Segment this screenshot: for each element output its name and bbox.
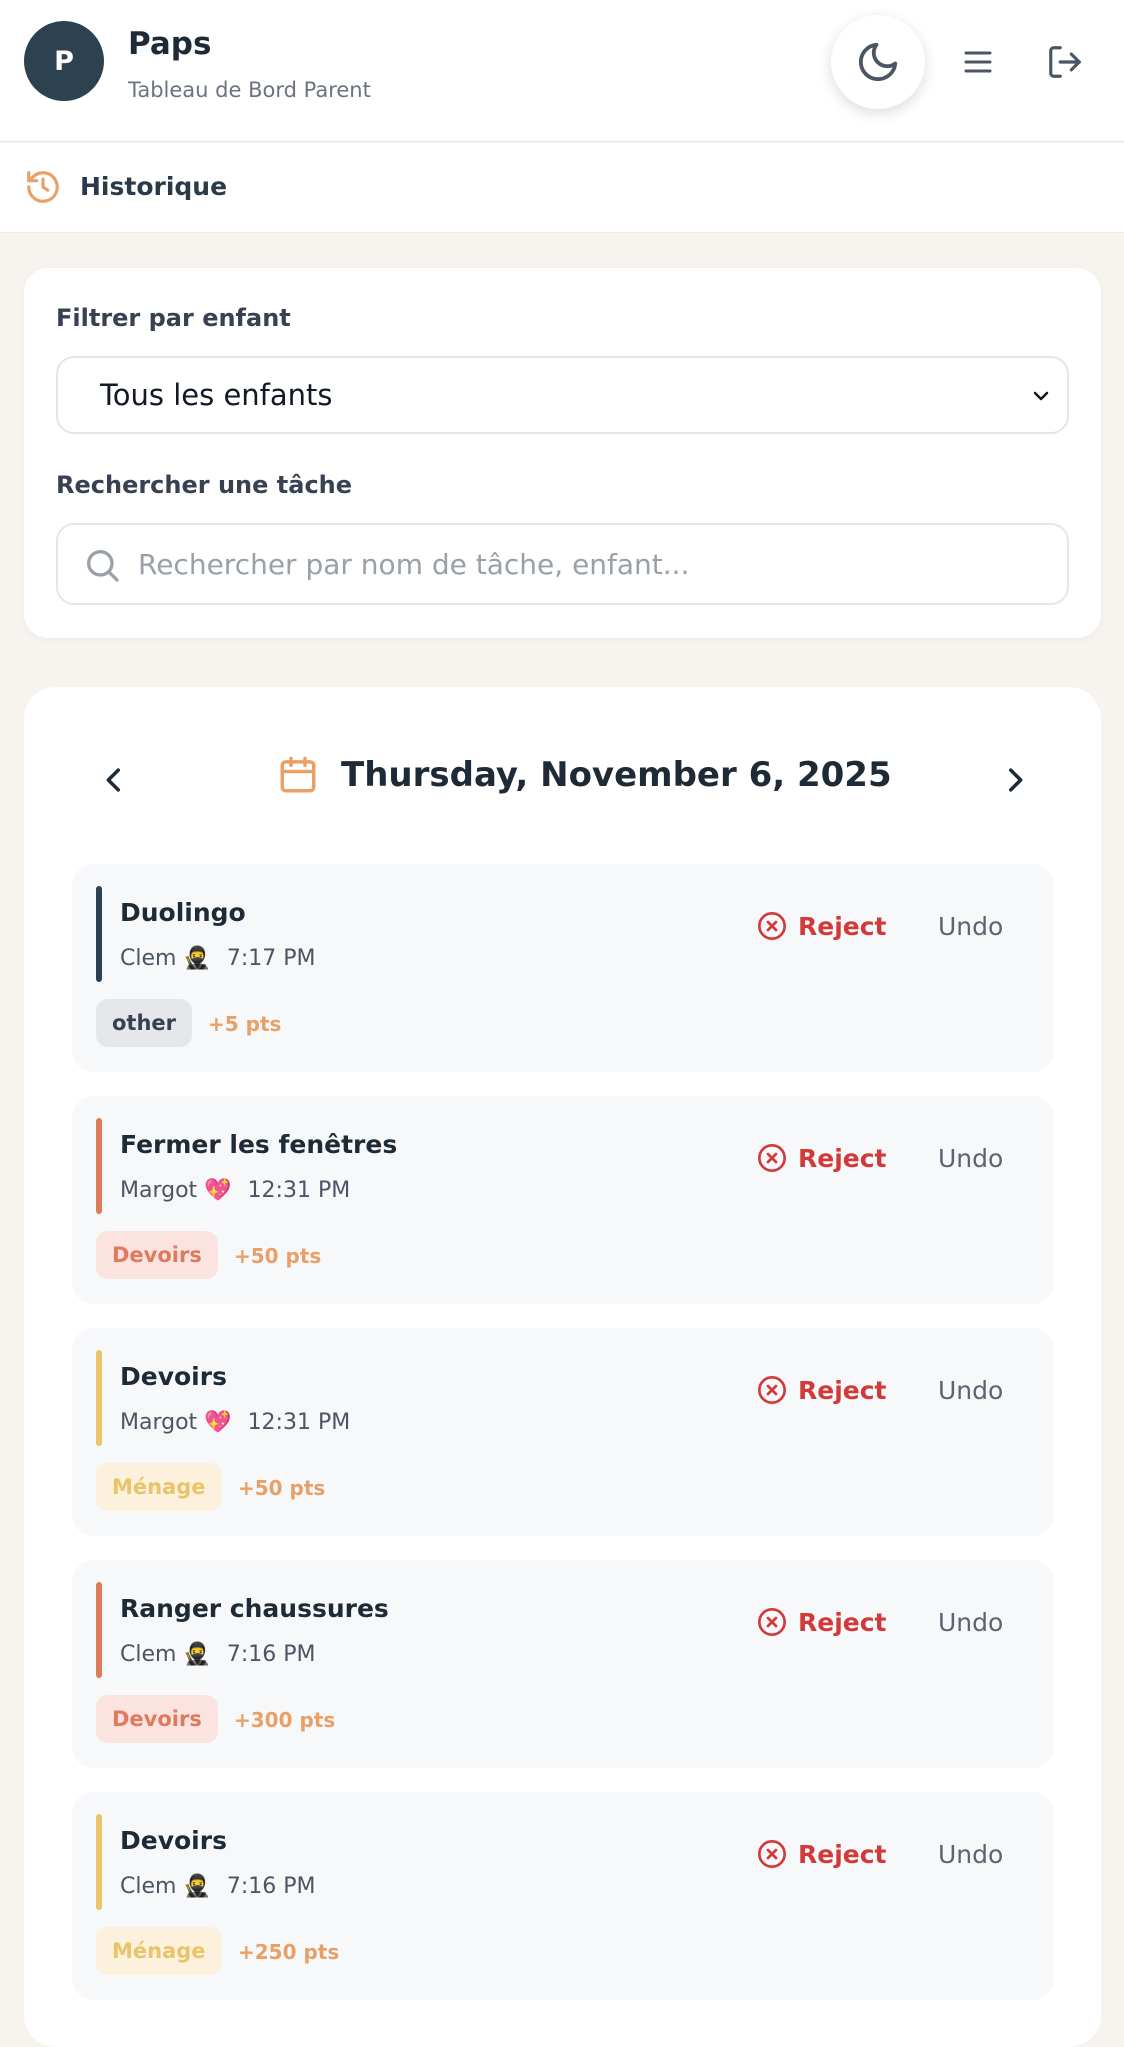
- task-card: Duolingo Clem 🥷 7:17 PM other +5 pts Rej…: [72, 864, 1054, 1072]
- task-title: Fermer les fenêtres: [120, 1130, 398, 1159]
- theme-toggle-button[interactable]: [831, 15, 925, 109]
- chevron-right-icon: [1008, 768, 1023, 792]
- reject-button[interactable]: Reject: [756, 1602, 887, 1642]
- task-meta: Margot 💖 12:31 PM: [120, 1178, 350, 1203]
- points-badge: +250 pts: [238, 1940, 340, 1964]
- category-tag: other: [96, 999, 193, 1047]
- child-filter-label: Filtrer par enfant: [56, 304, 291, 332]
- points-badge: +50 pts: [234, 1244, 322, 1268]
- logout-icon: [1049, 46, 1081, 78]
- user-name: Paps: [128, 26, 212, 62]
- x-circle-icon: [758, 912, 786, 940]
- date-title: Thursday, November 6, 2025: [341, 755, 892, 795]
- menu-button[interactable]: [954, 38, 1002, 86]
- chevron-down-icon: [1033, 391, 1049, 401]
- child-filter-value: Tous les enfants: [100, 378, 333, 412]
- task-title: Devoirs: [120, 1362, 227, 1391]
- task-accent-bar: [96, 1814, 102, 1910]
- x-circle-icon: [758, 1608, 786, 1636]
- task-meta: Margot 💖 12:31 PM: [120, 1410, 350, 1435]
- undo-button[interactable]: Undo: [938, 1602, 1003, 1642]
- reject-label: Reject: [798, 1375, 887, 1405]
- points-badge: +50 pts: [238, 1476, 326, 1500]
- next-day-button[interactable]: [991, 756, 1039, 804]
- undo-button[interactable]: Undo: [938, 1138, 1003, 1178]
- previous-day-button[interactable]: [90, 756, 138, 804]
- reject-label: Reject: [798, 1143, 887, 1173]
- x-circle-icon: [758, 1376, 786, 1404]
- calendar-icon: [280, 756, 316, 793]
- reject-button[interactable]: Reject: [756, 1834, 887, 1874]
- search-box: [56, 523, 1069, 605]
- task-child: Clem 🥷: [120, 1874, 211, 1899]
- task-accent-bar: [96, 886, 102, 982]
- task-time: 12:31 PM: [247, 1178, 351, 1203]
- task-child: Clem 🥷: [120, 946, 211, 971]
- task-card: Devoirs Clem 🥷 7:16 PM Ménage +250 pts R…: [72, 1792, 1054, 2000]
- undo-button[interactable]: Undo: [938, 1370, 1003, 1410]
- task-accent-bar: [96, 1118, 102, 1214]
- task-title: Duolingo: [120, 898, 246, 927]
- points-badge: +5 pts: [208, 1012, 282, 1036]
- search-label: Rechercher une tâche: [56, 471, 353, 499]
- task-card: Devoirs Margot 💖 12:31 PM Ménage +50 pts…: [72, 1328, 1054, 1536]
- reject-button[interactable]: Reject: [756, 1370, 887, 1410]
- category-tag: Ménage: [96, 1463, 222, 1511]
- app-header: P Paps Tableau de Bord Parent: [0, 0, 1124, 142]
- category-tag: Devoirs: [96, 1231, 218, 1279]
- task-title: Ranger chaussures: [120, 1594, 389, 1623]
- search-icon: [87, 550, 119, 582]
- undo-button[interactable]: Undo: [938, 906, 1003, 946]
- x-circle-icon: [758, 1144, 786, 1172]
- history-tab-bar: Historique: [0, 143, 1124, 233]
- points-badge: +300 pts: [234, 1708, 336, 1732]
- task-child: Clem 🥷: [120, 1642, 211, 1667]
- reject-button[interactable]: Reject: [756, 906, 887, 946]
- task-card: Ranger chaussures Clem 🥷 7:16 PM Devoirs…: [72, 1560, 1054, 1768]
- task-accent-bar: [96, 1350, 102, 1446]
- x-circle-icon: [758, 1840, 786, 1868]
- task-child: Margot 💖: [120, 1178, 232, 1203]
- task-child: Margot 💖: [120, 1410, 232, 1435]
- history-icon: [27, 171, 59, 203]
- task-time: 7:16 PM: [226, 1874, 316, 1899]
- avatar[interactable]: P: [24, 21, 104, 101]
- task-accent-bar: [96, 1582, 102, 1678]
- logout-button[interactable]: [1041, 38, 1089, 86]
- chevron-left-icon: [106, 768, 121, 792]
- undo-button[interactable]: Undo: [938, 1834, 1003, 1874]
- category-tag: Ménage: [96, 1927, 222, 1975]
- task-meta: Clem 🥷 7:16 PM: [120, 1642, 315, 1667]
- task-time: 12:31 PM: [247, 1410, 351, 1435]
- task-time: 7:16 PM: [226, 1642, 316, 1667]
- reject-button[interactable]: Reject: [756, 1138, 887, 1178]
- task-time: 7:17 PM: [226, 946, 316, 971]
- reject-label: Reject: [798, 911, 887, 941]
- filter-card: Filtrer par enfant Tous les enfants Rech…: [24, 268, 1101, 638]
- category-tag: Devoirs: [96, 1695, 218, 1743]
- moon-icon: [858, 42, 898, 82]
- task-card: Fermer les fenêtres Margot 💖 12:31 PM De…: [72, 1096, 1054, 1304]
- history-card: Thursday, November 6, 2025 Duolingo Clem…: [24, 687, 1101, 2047]
- child-filter-select[interactable]: Tous les enfants: [56, 356, 1069, 434]
- task-title: Devoirs: [120, 1826, 227, 1855]
- hamburger-menu-icon: [964, 51, 992, 73]
- search-input[interactable]: [138, 539, 1038, 589]
- reject-label: Reject: [798, 1607, 887, 1637]
- history-tab[interactable]: Historique: [80, 172, 227, 201]
- task-meta: Clem 🥷 7:16 PM: [120, 1874, 315, 1899]
- dashboard-subtitle: Tableau de Bord Parent: [128, 78, 371, 102]
- task-meta: Clem 🥷 7:17 PM: [120, 946, 315, 971]
- reject-label: Reject: [798, 1839, 887, 1869]
